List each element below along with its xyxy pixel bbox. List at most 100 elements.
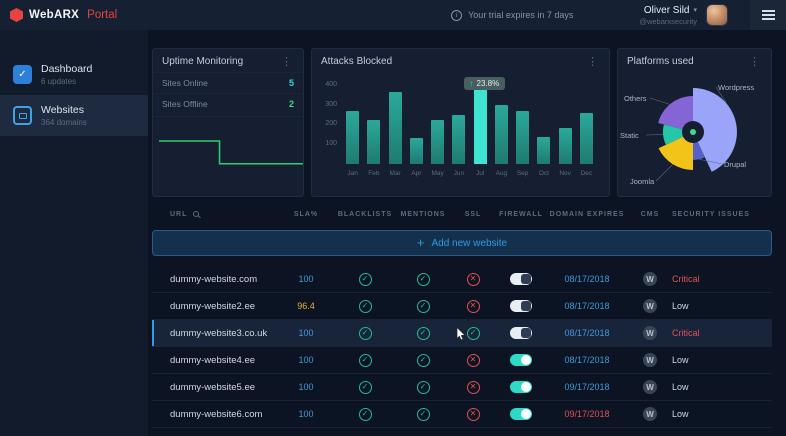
x-tick: Nov [559,170,571,177]
brand[interactable]: WebARX Portal [10,8,117,22]
cms-cell: W [628,380,672,394]
sidebar: ✓ Dashboard 6 updates Websites 364 domai… [0,30,148,436]
domain-expires: 08/17/2018 [546,355,628,365]
sites-online-stat: Sites Online 5 [153,72,303,93]
check-circle-icon: ✓ [359,408,372,421]
check-circle-icon: ✓ [417,408,430,421]
platforms-used-card: Platforms used ⋮ WordpressDrupalJoomlaSt… [617,48,772,197]
column-security-issues: SECURITY ISSUES [672,211,772,218]
check-circle-icon: ✓ [417,300,430,313]
x-tick: Oct [539,170,549,177]
bar-column: Nov [555,84,576,164]
websites-table-rows: dummy-website.com 100 ✓ ✓ ✕ 08/17/2018 W Critic… [152,266,772,428]
wordpress-icon: W [643,272,657,286]
ssl-status: ✕ [450,408,496,421]
column-firewall: FIREWALL [496,211,546,218]
cms-cell: W [628,272,672,286]
bar-column: Dec [576,84,597,164]
column-cms: CMS [628,211,672,218]
pie-label-wordpress: Wordpress [718,83,754,92]
domain-expires: 08/17/2018 [546,301,628,311]
kebab-menu-icon[interactable]: ⋮ [747,57,762,67]
table-row[interactable]: dummy-website.com100✓✓✕08/17/2018WCritic… [152,266,772,293]
bar-column: May [427,84,448,164]
wordpress-icon: W [643,326,657,340]
bar-mar [389,92,402,164]
table-row[interactable]: dummy-website2.ee96.4✓✓✕08/17/2018WLow [152,293,772,320]
firewall-toggle[interactable] [510,354,532,366]
avatar[interactable] [706,4,728,26]
x-tick: Feb [368,170,379,177]
firewall-toggle[interactable] [510,327,532,339]
check-circle-icon: ✓ [359,327,372,340]
cms-cell: W [628,353,672,367]
uptime-line [159,141,303,164]
website-url[interactable]: dummy-website3.co.uk [152,328,278,339]
bar-column: Oct [533,84,554,164]
security-issues: Critical [672,328,772,338]
check-circle-icon: ✓ [359,273,372,286]
domain-expires: 08/17/2018 [546,274,628,284]
stat-label: Sites Offline [162,99,208,109]
y-tick: 300 [322,101,337,108]
firewall-toggle[interactable] [510,273,532,285]
table-row[interactable]: dummy-website3.co.uk100✓✓✓08/17/2018WCri… [152,320,772,347]
table-row[interactable]: dummy-website6.com100✓✓✕09/17/2018WLow [152,401,772,428]
website-url[interactable]: dummy-website2.ee [152,301,278,312]
blacklists-status: ✓ [334,327,396,340]
firewall-cell [496,273,546,285]
bar-may [431,120,444,164]
x-tick: Jun [454,170,464,177]
attacks-bars: JanFebMarAprMayJunJulAugSepOctNovDec [342,84,597,164]
y-tick: 200 [322,120,337,127]
bar-column: Jul [470,84,491,164]
security-issues: Low [672,355,772,365]
check-circle-icon: ✓ [467,327,480,340]
websites-monitor-icon [13,106,32,125]
firewall-cell [496,354,546,366]
table-row[interactable]: dummy-website4.ee100✓✓✕08/17/2018WLow [152,347,772,374]
sidebar-item-label: Dashboard [41,63,92,75]
website-url[interactable]: dummy-website6.com [152,409,278,420]
bar-column: Mar [385,84,406,164]
mentions-status: ✓ [396,408,450,421]
firewall-toggle[interactable] [510,408,532,420]
table-row[interactable]: dummy-website5.ee100✓✓✕09/17/2018WLow [152,374,772,401]
stat-value: 5 [289,78,294,88]
firewall-toggle[interactable] [510,381,532,393]
hamburger-menu-icon[interactable] [750,0,786,30]
blacklists-status: ✓ [334,273,396,286]
column-sla: SLA% [278,211,334,218]
search-icon[interactable] [193,211,199,217]
sidebar-item-dashboard[interactable]: ✓ Dashboard 6 updates [0,54,148,95]
wordpress-icon: W [643,380,657,394]
firewall-cell [496,327,546,339]
user-name: Oliver Sild [644,5,690,16]
sla-value: 100 [278,409,334,419]
uptime-chart-area [153,116,303,183]
plus-icon: + [417,238,425,248]
bar-column: Apr [406,84,427,164]
security-issues: Low [672,301,772,311]
user-menu[interactable]: Oliver Sild ▾ @webarxsecurity [639,5,697,26]
mentions-status: ✓ [396,354,450,367]
kebab-menu-icon[interactable]: ⋮ [585,57,600,67]
trend-badge-value: 23.8% [477,79,500,88]
add-website-button[interactable]: + Add new website [152,230,772,256]
x-tick: Apr [411,170,421,177]
wordpress-icon: W [643,353,657,367]
x-circle-icon: ✕ [467,273,480,286]
bar-aug [495,105,508,164]
firewall-toggle[interactable] [510,300,532,312]
column-url: URL [152,211,278,218]
bar-dec [580,113,593,164]
bar-column: Jan [342,84,363,164]
website-url[interactable]: dummy-website.com [152,274,278,285]
sidebar-item-websites[interactable]: Websites 364 domains [0,95,148,136]
bar-column: Jun [448,84,469,164]
kebab-menu-icon[interactable]: ⋮ [279,57,294,67]
website-url[interactable]: dummy-website5.ee [152,382,278,393]
sla-value: 96.4 [278,301,334,311]
x-tick: Mar [390,170,401,177]
website-url[interactable]: dummy-website4.ee [152,355,278,366]
